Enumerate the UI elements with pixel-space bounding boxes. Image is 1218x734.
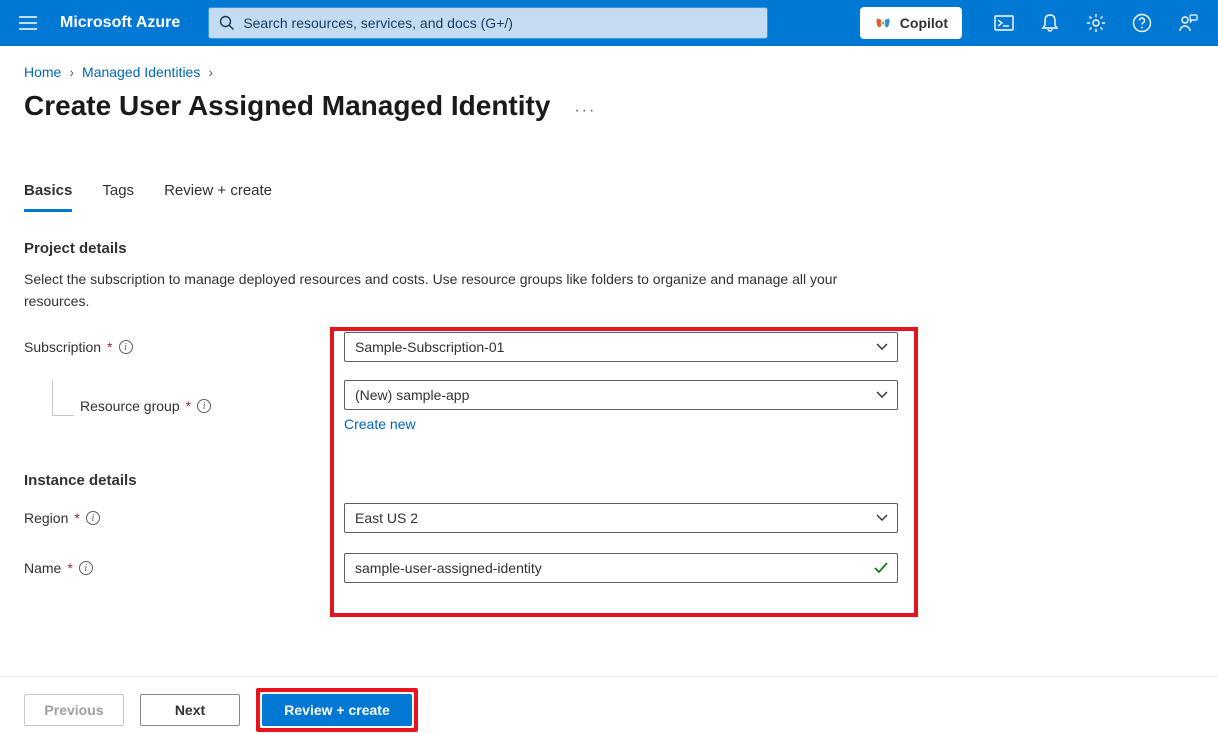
create-new-link[interactable]: Create new — [344, 416, 416, 432]
subscription-select[interactable]: Sample-Subscription-01 — [344, 332, 898, 362]
copilot-label: Copilot — [900, 15, 948, 31]
required-marker: * — [74, 510, 79, 526]
region-label: Region — [24, 510, 68, 526]
tabs: Basics Tags Review + create — [24, 182, 1194, 212]
brand-label[interactable]: Microsoft Azure — [54, 14, 194, 32]
info-icon[interactable]: i — [79, 561, 93, 575]
settings-button[interactable] — [1074, 3, 1118, 43]
person-feedback-icon — [1178, 13, 1198, 33]
resource-group-value: (New) sample-app — [355, 387, 469, 403]
chevron-right-icon: › — [208, 64, 213, 80]
resource-group-label: Resource group — [80, 398, 180, 414]
help-icon — [1132, 13, 1152, 33]
subscription-label: Subscription — [24, 339, 101, 355]
instance-details-heading: Instance details — [24, 472, 1194, 489]
name-row: Name * i sample-user-assigned-identity — [24, 551, 1194, 585]
next-button[interactable]: Next — [140, 694, 240, 726]
tree-elbow-icon — [52, 380, 74, 416]
tab-review-create[interactable]: Review + create — [164, 182, 272, 212]
breadcrumb: Home › Managed Identities › — [24, 64, 1194, 80]
resource-group-select[interactable]: (New) sample-app — [344, 380, 898, 410]
search-input[interactable]: Search resources, services, and docs (G+… — [208, 7, 768, 39]
more-actions-button[interactable]: ··· — [574, 102, 596, 120]
info-icon[interactable]: i — [197, 399, 211, 413]
previous-button: Previous — [24, 694, 124, 726]
chevron-down-icon — [876, 514, 888, 522]
hamburger-menu[interactable] — [8, 3, 48, 43]
chevron-down-icon — [876, 391, 888, 399]
checkmark-icon — [873, 560, 889, 576]
help-button[interactable] — [1120, 3, 1164, 43]
chevron-right-icon: › — [69, 64, 74, 80]
name-label: Name — [24, 560, 61, 576]
required-marker: * — [107, 339, 112, 355]
chevron-down-icon — [876, 343, 888, 351]
copilot-icon — [874, 14, 892, 32]
search-icon — [219, 15, 235, 31]
breadcrumb-home[interactable]: Home — [24, 64, 61, 80]
region-row: Region * i East US 2 — [24, 501, 1194, 535]
required-marker: * — [186, 398, 191, 414]
copilot-button[interactable]: Copilot — [860, 7, 962, 39]
cloud-shell-icon — [994, 15, 1014, 31]
region-select[interactable]: East US 2 — [344, 503, 898, 533]
subscription-value: Sample-Subscription-01 — [355, 339, 504, 355]
search-placeholder: Search resources, services, and docs (G+… — [243, 15, 513, 31]
subscription-row: Subscription * i Sample-Subscription-01 — [24, 330, 1194, 364]
feedback-button[interactable] — [1166, 3, 1210, 43]
hamburger-icon — [19, 16, 37, 30]
notifications-button[interactable] — [1028, 3, 1072, 43]
page-title: Create User Assigned Managed Identity — [24, 90, 550, 122]
gear-icon — [1086, 13, 1106, 33]
info-icon[interactable]: i — [119, 340, 133, 354]
tab-basics[interactable]: Basics — [24, 182, 72, 212]
info-icon[interactable]: i — [86, 511, 100, 525]
resource-group-row: Resource group * i (New) sample-app Crea… — [24, 380, 1194, 432]
region-value: East US 2 — [355, 510, 418, 526]
highlight-annotation: Review + create — [256, 688, 418, 732]
top-bar: Microsoft Azure Search resources, servic… — [0, 0, 1218, 46]
review-create-button[interactable]: Review + create — [262, 694, 412, 726]
tab-tags[interactable]: Tags — [102, 182, 134, 212]
project-details-heading: Project details — [24, 240, 1194, 257]
footer-bar: Previous Next Review + create — [0, 686, 1218, 734]
name-input[interactable]: sample-user-assigned-identity — [344, 553, 898, 583]
top-icon-bar — [982, 3, 1210, 43]
name-value: sample-user-assigned-identity — [355, 560, 542, 576]
cloud-shell-button[interactable] — [982, 3, 1026, 43]
required-marker: * — [67, 560, 72, 576]
bell-icon — [1041, 13, 1059, 33]
project-details-description: Select the subscription to manage deploy… — [24, 269, 844, 312]
breadcrumb-managed-identities[interactable]: Managed Identities — [82, 64, 200, 80]
footer-separator — [0, 676, 1218, 677]
